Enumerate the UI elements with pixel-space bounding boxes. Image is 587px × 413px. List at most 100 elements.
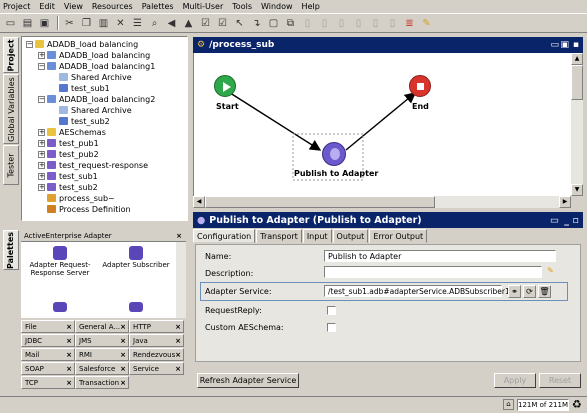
tab-tester[interactable]: Tester: [3, 145, 19, 185]
transition-start-to-publish[interactable]: [226, 90, 322, 151]
expand-icon[interactable]: +: [38, 150, 45, 158]
collapse-icon[interactable]: −: [38, 95, 45, 103]
new-project-icon[interactable]: ▭: [3, 16, 18, 31]
expand-icon[interactable]: +: [38, 172, 45, 180]
tab-palettes[interactable]: Palettes: [3, 230, 19, 270]
palette-tab-rmi[interactable]: RMI ×: [75, 348, 129, 361]
process-horizontal-scrollbar[interactable]: ◀ ▶: [193, 196, 571, 208]
align-top-icon[interactable]: ▯: [351, 16, 366, 31]
maximize-icon[interactable]: ▫: [573, 215, 579, 226]
expand-icon[interactable]: +: [38, 161, 45, 169]
description-field[interactable]: [324, 266, 542, 278]
menu-view[interactable]: View: [64, 2, 83, 11]
close-icon[interactable]: ×: [176, 232, 182, 240]
reset-button[interactable]: Reset: [539, 373, 581, 388]
palette-tab-rendezvous[interactable]: Rendezvous ×: [129, 348, 184, 361]
menu-palettes[interactable]: Palettes: [142, 2, 174, 11]
tree-item[interactable]: + test_pub1: [38, 138, 99, 148]
up-icon[interactable]: ▲: [181, 16, 196, 31]
menu-resources[interactable]: Resources: [92, 2, 133, 11]
palette-tab-mail[interactable]: Mail ×: [21, 348, 75, 361]
align-right-icon[interactable]: ▯: [334, 16, 349, 31]
select-pointer-icon[interactable]: ↖: [232, 16, 247, 31]
palette-tab-general-a-[interactable]: General A... ×: [75, 320, 129, 333]
binoculars-icon[interactable]: ⚭: [508, 285, 521, 298]
close-icon[interactable]: ×: [120, 365, 126, 373]
close-icon[interactable]: ×: [66, 337, 72, 345]
scroll-thumb[interactable]: [571, 65, 583, 100]
tab-output[interactable]: Output: [332, 229, 369, 243]
restore-icon[interactable]: ▭: [550, 40, 559, 50]
align-left-icon[interactable]: ▯: [300, 16, 315, 31]
collapse-icon[interactable]: −: [38, 62, 45, 70]
copy-icon[interactable]: ❐: [79, 16, 94, 31]
custom-aeschema-checkbox[interactable]: [327, 323, 336, 332]
restore-icon[interactable]: ▭: [550, 215, 559, 226]
menu-edit[interactable]: Edit: [39, 2, 55, 11]
wizard-icon[interactable]: ✎: [419, 16, 434, 31]
edit-description-icon[interactable]: ✎: [544, 265, 557, 278]
check-icon[interactable]: ☑: [198, 16, 213, 31]
scroll-right-icon[interactable]: ▶: [559, 196, 571, 208]
zoom-icon[interactable]: ⌕: [147, 16, 162, 31]
tree-item[interactable]: test_sub2: [50, 116, 110, 126]
process-vertical-scrollbar[interactable]: ▲ ▼: [571, 53, 583, 196]
publish-to-adapter-icon[interactable]: [322, 142, 346, 166]
palette-item-subscriber[interactable]: Adapter Subscriber: [101, 246, 171, 269]
tree-item[interactable]: + AESchemas: [38, 127, 106, 137]
scroll-thumb[interactable]: [205, 196, 435, 208]
name-field[interactable]: Publish to Adapter: [324, 250, 556, 262]
expand-icon[interactable]: +: [38, 139, 45, 147]
close-icon[interactable]: ×: [175, 365, 181, 373]
tree-item[interactable]: + test_sub1: [38, 171, 98, 181]
palette-tab-tcp[interactable]: TCP ×: [21, 376, 75, 389]
apply-button[interactable]: Apply: [494, 373, 536, 388]
close-icon[interactable]: ×: [66, 351, 72, 359]
maximize-icon[interactable]: ▣: [560, 40, 569, 50]
list-icon[interactable]: ≣: [402, 16, 417, 31]
close-icon[interactable]: ×: [120, 323, 126, 331]
tab-project[interactable]: Project: [3, 37, 19, 73]
menu-multi-user[interactable]: Multi-User: [183, 2, 224, 11]
validate-icon[interactable]: ☑: [215, 16, 230, 31]
close-icon[interactable]: ×: [120, 351, 126, 359]
collapse-icon[interactable]: −: [26, 40, 33, 48]
expand-icon[interactable]: +: [38, 51, 45, 59]
tab-transport[interactable]: Transport: [256, 229, 302, 243]
tree-item[interactable]: + ADADB_load balancing: [38, 50, 150, 60]
trash-icon[interactable]: 🗑: [538, 285, 551, 298]
tree-item[interactable]: − ADADB_load balancing: [26, 39, 138, 49]
align-center-icon[interactable]: ▯: [317, 16, 332, 31]
palette-scrollbar[interactable]: [176, 242, 186, 318]
distribute-icon[interactable]: ▯: [385, 16, 400, 31]
refresh-adapter-service-button[interactable]: Refresh Adapter Service: [197, 373, 299, 388]
expand-icon[interactable]: +: [38, 183, 45, 191]
minimize-icon[interactable]: ▪: [573, 40, 579, 50]
tree-item[interactable]: − ADADB_load balancing2: [38, 94, 155, 104]
tab-error-output[interactable]: Error Output: [369, 229, 428, 243]
goto-resource-icon[interactable]: ⟳: [523, 285, 536, 298]
tab-configuration[interactable]: Configuration: [193, 229, 256, 243]
scroll-up-icon[interactable]: ▲: [571, 53, 583, 65]
align-bottom-icon[interactable]: ▯: [368, 16, 383, 31]
delete-icon[interactable]: ✕: [113, 16, 128, 31]
tree-item[interactable]: Process Definition: [38, 204, 131, 214]
palette-tab-jms[interactable]: JMS ×: [75, 334, 129, 347]
properties-icon[interactable]: ☰: [130, 16, 145, 31]
menu-project[interactable]: Project: [3, 2, 30, 11]
tab-input[interactable]: Input: [302, 229, 332, 243]
palette-tab-soap[interactable]: SOAP ×: [21, 362, 75, 375]
scroll-left-icon[interactable]: ◀: [193, 196, 205, 208]
tree-item[interactable]: − ADADB_load balancing1: [38, 61, 155, 71]
close-icon[interactable]: ×: [175, 351, 181, 359]
minimize-icon[interactable]: _: [564, 215, 569, 226]
close-icon[interactable]: ×: [66, 379, 72, 387]
transition-publish-to-end[interactable]: [345, 92, 417, 151]
request-reply-checkbox[interactable]: [327, 306, 336, 315]
palette-tab-file[interactable]: File ×: [21, 320, 75, 333]
tree-item[interactable]: Shared Archive: [50, 72, 132, 82]
expand-icon[interactable]: +: [38, 128, 45, 136]
tree-item[interactable]: process_sub~: [38, 193, 115, 203]
end-node-icon[interactable]: [409, 75, 431, 97]
close-icon[interactable]: ×: [175, 323, 181, 331]
